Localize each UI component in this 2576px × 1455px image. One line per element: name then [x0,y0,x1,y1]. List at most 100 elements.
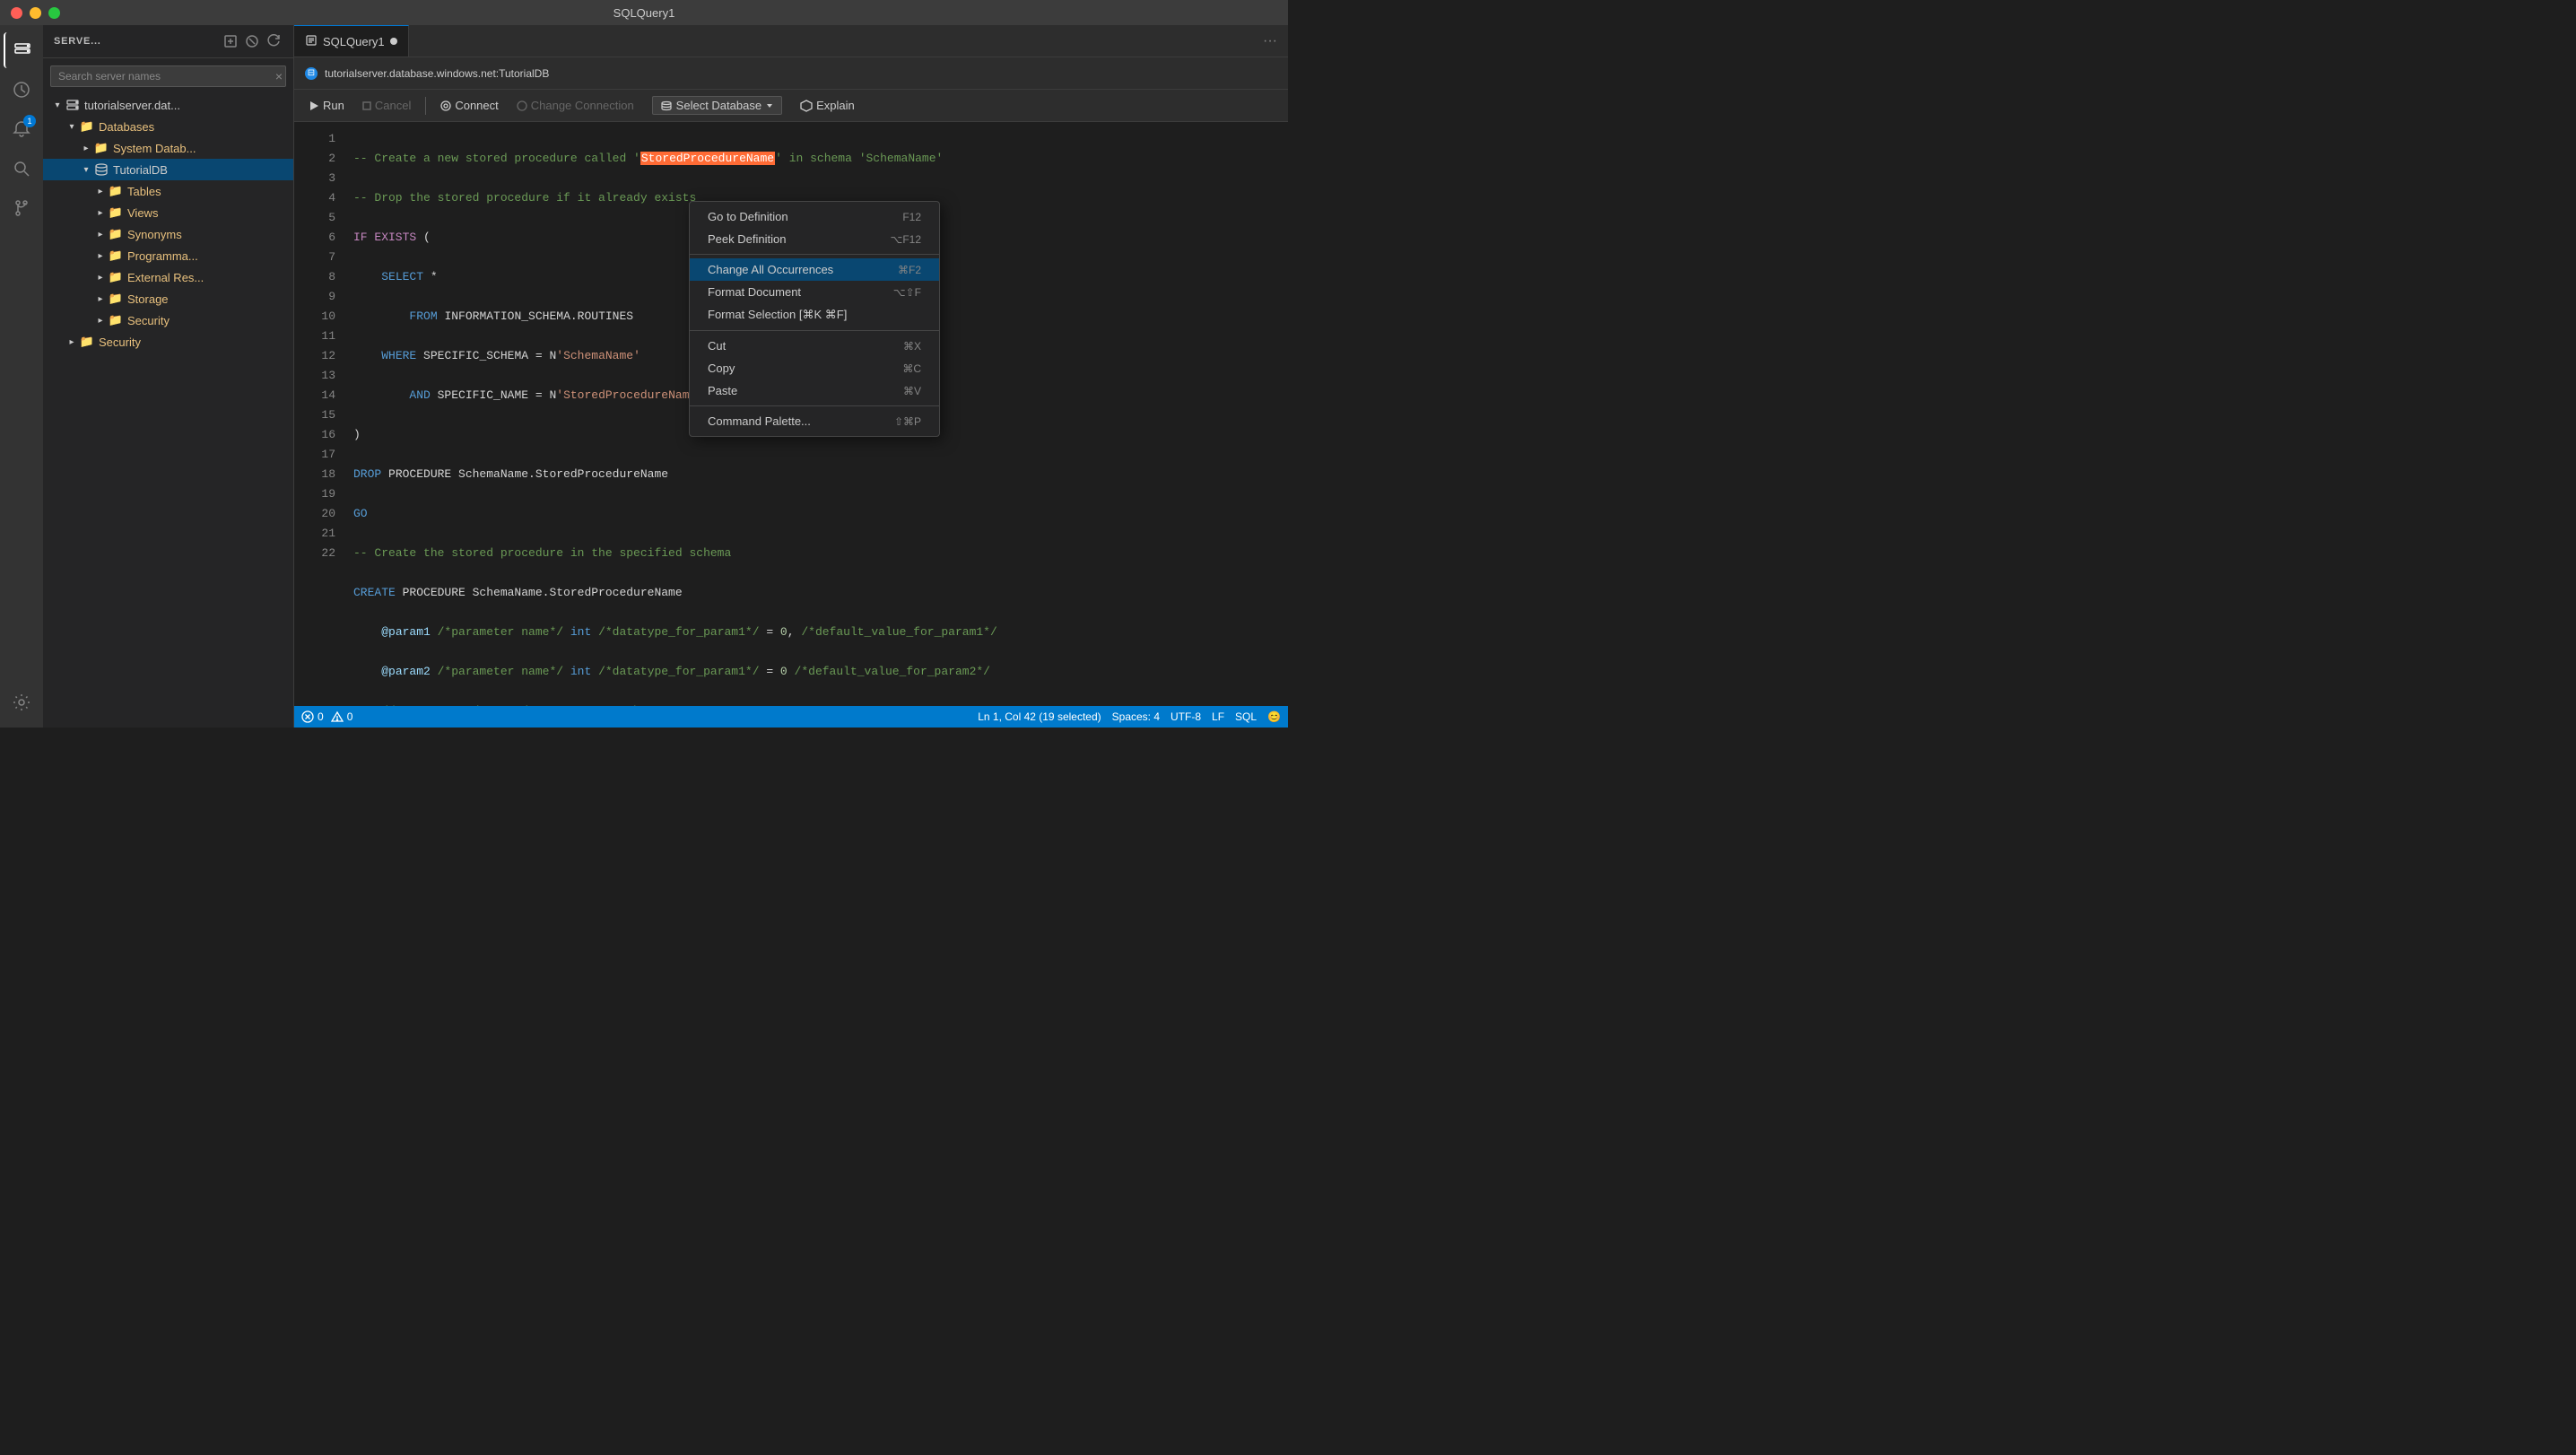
run-button[interactable]: Run [301,97,352,114]
language-status[interactable]: SQL [1235,710,1257,723]
tab-icon [305,34,318,49]
encoding-status[interactable]: UTF-8 [1171,710,1201,723]
chevron-right-icon: ▸ [93,313,108,327]
language-label: SQL [1235,710,1257,723]
search-input[interactable] [50,65,286,87]
format-selection-item[interactable]: Format Selection [⌘K ⌘F] [690,303,939,327]
code-line-14: @param2 /*parameter name*/ int /*datatyp… [353,662,1288,682]
databases-label: Databases [99,120,286,134]
tree-storage-item[interactable]: ▸ 📁 Storage [43,288,293,309]
warnings-status[interactable]: 0 [331,710,353,723]
toolbar-separator [425,97,426,115]
tree-tables-item[interactable]: ▸ 📁 Tables [43,180,293,202]
search-close-icon[interactable]: × [275,69,283,83]
code-line-10: GO [353,504,1288,524]
sidebar: SERVE... [43,25,294,728]
storage-label: Storage [127,292,286,306]
context-menu-separator-1 [690,254,939,255]
folder-icon: 📁 [108,269,124,285]
change-connection-button[interactable]: Change Connection [509,97,641,114]
format-document-item[interactable]: Format Document ⌥⇧F [690,281,939,303]
editor-area: SQLQuery1 ··· ⊟ tutorialserver.database.… [294,25,1288,728]
cancel-label: Cancel [375,99,411,112]
tree-external-res-item[interactable]: ▸ 📁 External Res... [43,266,293,288]
folder-icon: 📁 [108,183,124,199]
smiley-icon: 😊 [1267,710,1281,723]
tables-label: Tables [127,185,286,198]
traffic-lights [11,7,60,19]
cut-item[interactable]: Cut ⌘X [690,335,939,357]
server-label: tutorialserver.dat... [84,99,286,112]
search-box: × [50,65,286,87]
tree-container: ▾ tutorialserver.dat... ▾ 📁 Databases [43,94,293,728]
cursor-position: Ln 1, Col 42 (19 selected) [978,710,1101,723]
security-db-label: Security [127,314,286,327]
code-line-11: -- Create the stored procedure in the sp… [353,544,1288,563]
maximize-button[interactable] [48,7,60,19]
sidebar-actions [222,32,283,50]
database-selector[interactable]: Select Database [652,96,782,115]
tutorialdb-label: TutorialDB [113,163,286,177]
connect-button[interactable]: Connect [433,97,505,114]
line-numbers: 12345 678910 1112131415 1617181920 2122 [294,122,339,706]
activity-notification-icon[interactable]: 1 [4,111,39,147]
close-button[interactable] [11,7,22,19]
activity-search-icon[interactable] [4,151,39,187]
context-menu-separator-2 [690,330,939,331]
copy-item[interactable]: Copy ⌘C [690,357,939,379]
sidebar-title: SERVE... [54,36,101,47]
security-server-label: Security [99,335,286,349]
window-title: SQLQuery1 [614,6,675,20]
folder-icon: 📁 [108,248,124,264]
tree-security-db-item[interactable]: ▸ 📁 Security [43,309,293,331]
tree-server-item[interactable]: ▾ tutorialserver.dat... [43,94,293,116]
tree-system-db-item[interactable]: ▸ 📁 System Datab... [43,137,293,159]
sidebar-header: SERVE... [43,25,293,58]
chevron-right-icon: ▸ [93,292,108,306]
context-menu-separator-3 [690,405,939,406]
line-ending-status[interactable]: LF [1212,710,1224,723]
new-query-button[interactable] [222,32,239,50]
spaces-status[interactable]: Spaces: 4 [1112,710,1160,723]
refresh-button[interactable] [265,32,283,50]
activity-history-icon[interactable] [4,72,39,108]
code-editor[interactable]: 12345 678910 1112131415 1617181920 2122 … [294,122,1288,706]
folder-icon: 📁 [108,205,124,221]
chevron-right-icon: ▸ [93,248,108,263]
cancel-button[interactable]: Cancel [355,97,418,114]
activity-settings-icon[interactable] [4,684,39,720]
tree-security-server-item[interactable]: ▸ 📁 Security [43,331,293,353]
synonyms-label: Synonyms [127,228,286,241]
peek-definition-item[interactable]: Peek Definition ⌥F12 [690,228,939,250]
more-tabs-button[interactable]: ··· [1252,33,1288,49]
tree-synonyms-item[interactable]: ▸ 📁 Synonyms [43,223,293,245]
folder-icon: 📁 [108,226,124,242]
status-left: 0 0 [301,710,352,723]
code-line-12: CREATE PROCEDURE SchemaName.StoredProced… [353,583,1288,603]
run-label: Run [323,99,344,112]
tree-tutorialdb-item[interactable]: ▾ TutorialDB [43,159,293,180]
folder-icon: 📁 [79,334,95,350]
system-databases-label: System Datab... [113,142,286,155]
sql-query-tab[interactable]: SQLQuery1 [294,25,409,57]
tree-views-item[interactable]: ▸ 📁 Views [43,202,293,223]
connection-indicator: ⊟ [305,67,318,80]
code-line-15: -- add more stored procedure parameters … [353,701,1288,706]
warnings-count: 0 [347,710,353,723]
paste-item[interactable]: Paste ⌘V [690,379,939,402]
errors-status[interactable]: 0 [301,710,324,723]
activity-git-icon[interactable] [4,190,39,226]
activity-server-icon[interactable] [4,32,39,68]
change-all-occurrences-item[interactable]: Change All Occurrences ⌘F2 [690,258,939,281]
tree-programmability-item[interactable]: ▸ 📁 Programma... [43,245,293,266]
tree-databases-item[interactable]: ▾ 📁 Databases [43,116,293,137]
code-line-13: @param1 /*parameter name*/ int /*datatyp… [353,623,1288,642]
goto-definition-item[interactable]: Go to Definition F12 [690,205,939,228]
explain-button[interactable]: Explain [793,97,862,114]
minimize-button[interactable] [30,7,41,19]
disconnect-button[interactable] [243,32,261,50]
code-line-1: -- Create a new stored procedure called … [353,149,1288,169]
smiley-status[interactable]: 😊 [1267,710,1281,723]
command-palette-item[interactable]: Command Palette... ⇧⌘P [690,410,939,432]
cursor-position-status[interactable]: Ln 1, Col 42 (19 selected) [978,710,1101,723]
